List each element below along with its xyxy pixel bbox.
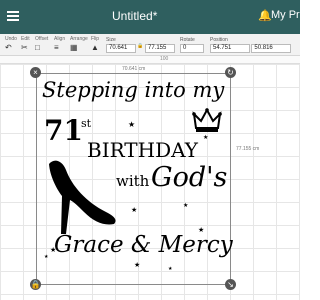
position-field: Position 54.751 50.816 [210, 37, 292, 53]
star-icon: ★ [44, 254, 49, 260]
arrange-tool[interactable]: Arrange ▦ [70, 36, 88, 53]
star-icon: ★ [203, 134, 209, 141]
crown-icon [192, 108, 222, 132]
resize-handle-icon[interactable]: ↘ [225, 279, 236, 290]
artwork-gods: God's [151, 162, 228, 193]
rotate-field: Rotate 0 [180, 37, 204, 53]
star-icon: ★ [50, 246, 57, 254]
top-ruler: 100 [0, 56, 300, 64]
flip-icon: ▲ [91, 43, 99, 52]
document-title: Untitled* [112, 9, 158, 23]
offset-icon: □ [35, 43, 40, 52]
artwork-with: with [116, 172, 150, 190]
high-heel-shoe-icon [49, 160, 116, 234]
artwork-grace-mercy: Grace & Mercy [54, 232, 233, 258]
undo-icon: ↶ [5, 43, 12, 52]
align-icon: ≡ [54, 43, 59, 52]
rotate-input[interactable]: 0 [180, 44, 204, 53]
artwork-line-stepping: Stepping into my [42, 78, 225, 102]
bell-icon[interactable]: 🔔 [258, 9, 272, 22]
flip-tool[interactable]: Flip ▲ [91, 36, 99, 53]
lock-icon[interactable]: 🔒 [137, 43, 143, 49]
width-input[interactable]: 70.641 [106, 44, 136, 53]
position-y-input[interactable]: 50.816 [251, 44, 292, 53]
toolbar: Undo ↶ Edit ✂ Offset □ Align ≡ Arrange ▦… [0, 34, 300, 56]
undo-tool[interactable]: Undo ↶ [5, 36, 17, 53]
arrange-icon: ▦ [70, 43, 78, 52]
size-field: Size 70.641 [106, 37, 136, 53]
star-icon: ★ [128, 120, 136, 129]
menu-icon[interactable] [7, 11, 19, 21]
ruler-mark: 100 [160, 56, 169, 62]
edit-icon: ✂ [21, 43, 28, 52]
lock-handle-icon[interactable]: 🔒 [30, 279, 41, 290]
height-field: 77.155 [145, 37, 175, 53]
star-icon: ★ [183, 202, 189, 209]
offset-tool[interactable]: Offset □ [35, 36, 48, 53]
birthday-artwork: Stepping into my 71 st BIRTHDAY with God… [40, 76, 233, 276]
star-icon: ★ [168, 266, 173, 272]
my-projects-link[interactable]: My Projec [271, 9, 320, 21]
star-icon: ★ [131, 206, 138, 214]
title-bar: Untitled* 🔔 My Projec [0, 0, 320, 34]
edit-tool[interactable]: Edit ✂ [21, 36, 30, 53]
width-dimension: 70.641 cm [122, 66, 146, 72]
star-icon: ★ [134, 261, 141, 269]
position-x-input[interactable]: 54.751 [210, 44, 250, 53]
height-input[interactable]: 77.155 [145, 44, 175, 53]
align-tool[interactable]: Align ≡ [54, 36, 65, 53]
height-dimension: 77.155 cm [236, 146, 260, 152]
artwork-age: 71 [44, 114, 83, 147]
star-icon: ★ [198, 226, 205, 234]
artwork-ordinal: st [81, 117, 92, 130]
